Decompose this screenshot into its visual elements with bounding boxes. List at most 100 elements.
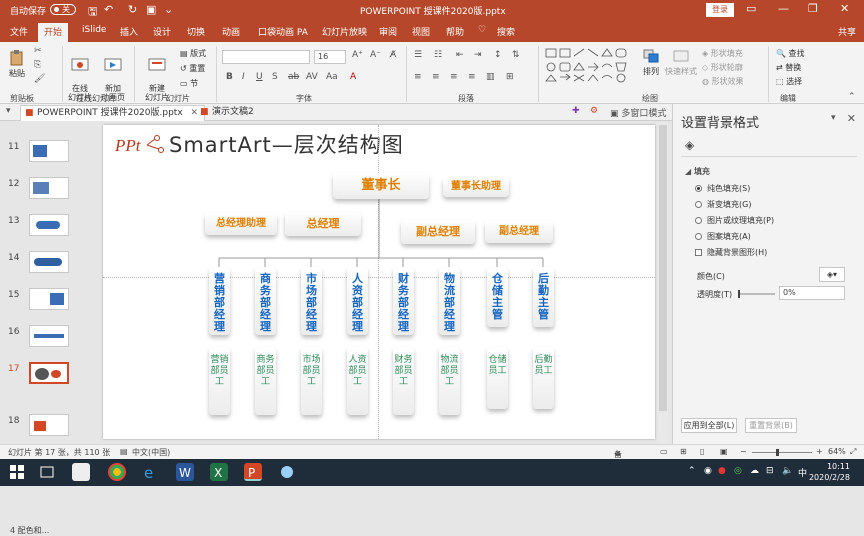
org-node-manager[interactable]: 仓储主管 (487, 267, 508, 327)
org-node-manager[interactable]: 后勤主管 (533, 267, 554, 327)
find-button[interactable]: 🔍 查找 (776, 48, 805, 59)
shapes-gallery[interactable] (544, 47, 636, 87)
volume-icon[interactable]: 🔈 (782, 466, 793, 476)
org-node-gm[interactable]: 总经理 (285, 212, 361, 236)
org-node-manager[interactable]: 人资部经理 (347, 267, 368, 335)
tray-up-icon[interactable]: ⌃ (688, 466, 696, 476)
login-button[interactable]: 登录 (706, 3, 734, 17)
reset-background-button[interactable]: 重置背景(B) (745, 418, 797, 433)
shape-fill-button[interactable]: ◈ 形状填充 (702, 48, 743, 59)
tab-search[interactable]: 搜索 (497, 25, 515, 38)
solid-fill-radio[interactable] (695, 185, 702, 192)
shape-effects-button[interactable]: ◍ 形状效果 (702, 76, 744, 87)
tab-insert[interactable]: 插入 (120, 25, 138, 38)
strikethrough-icon[interactable]: ab (288, 72, 299, 82)
fit-slide-icon[interactable]: ⤢ (850, 447, 856, 457)
underline-icon[interactable]: U (256, 72, 263, 82)
tab-view[interactable]: 视图 (412, 25, 430, 38)
grow-font-icon[interactable]: A⁺ (352, 50, 363, 60)
tab-animations[interactable]: 动画 (222, 25, 240, 38)
slide[interactable]: PPt SmartArt—层次结构图 董事长 董事长助理 总经理助理 总经理 副… (103, 125, 655, 439)
record-icon[interactable]: ● (718, 466, 726, 476)
thumbnail-13[interactable]: 13 (0, 214, 90, 248)
org-node-chairman[interactable]: 董事长 (333, 173, 429, 199)
transparency-slider[interactable] (738, 290, 775, 298)
add-in-icon[interactable]: ✚ (572, 106, 580, 116)
increase-indent-icon[interactable]: ⇥ (474, 50, 482, 60)
slideshow-view-icon[interactable]: ▣ (720, 447, 728, 456)
shrink-font-icon[interactable]: A⁻ (370, 50, 381, 60)
org-node-manager[interactable]: 市场部经理 (301, 267, 322, 335)
sorter-view-icon[interactable]: ⊞ (680, 447, 687, 456)
org-node-staff[interactable]: 物流部员工 (439, 347, 460, 415)
color-picker-button[interactable]: ◈▾ (819, 267, 845, 282)
undo-icon[interactable]: ↶ (104, 3, 113, 16)
tray-app-icon[interactable]: ◉ (704, 466, 712, 476)
org-node-manager[interactable]: 财务部经理 (393, 267, 414, 335)
minimize-icon[interactable]: — (778, 2, 789, 15)
line-spacing-icon[interactable]: ↕ (494, 50, 502, 60)
org-node-staff[interactable]: 仓储员工 (487, 347, 508, 409)
font-size-input[interactable]: 16 (314, 50, 346, 64)
font-color-icon[interactable]: A (350, 72, 356, 82)
thumbnail-18[interactable]: 18 (0, 414, 90, 448)
org-node-staff[interactable]: 市场部员工 (301, 347, 322, 415)
task-view-icon[interactable] (38, 463, 56, 481)
format-painter-icon[interactable]: 🖌 (34, 74, 45, 84)
edge-icon[interactable]: e (142, 463, 160, 482)
ime-indicator[interactable]: 中 (798, 466, 807, 479)
org-node-gm-assistant[interactable]: 总经理助理 (205, 213, 277, 235)
doc-tab-second[interactable]: ■ 演示文稿2 (196, 105, 260, 121)
pattern-fill-radio[interactable] (695, 233, 702, 240)
tab-help[interactable]: 帮助 (446, 25, 464, 38)
org-node-staff[interactable]: 营销部员工 (209, 347, 230, 415)
network-icon[interactable]: ⊟ (766, 466, 774, 476)
gradient-fill-radio[interactable] (695, 201, 702, 208)
org-node-deputy-gm-1[interactable]: 副总经理 (401, 220, 475, 244)
redo-icon[interactable]: ↻ (128, 3, 137, 16)
share-button[interactable]: 共享 (838, 25, 856, 38)
zoom-level[interactable]: 64% (828, 447, 846, 456)
picture-fill-radio[interactable] (695, 217, 702, 224)
org-node-staff[interactable]: 人资部员工 (347, 347, 368, 415)
decrease-indent-icon[interactable]: ⇤ (456, 50, 464, 60)
panel-options-icon[interactable]: ▾ (831, 113, 836, 123)
org-node-manager[interactable]: 营销部经理 (209, 267, 230, 335)
customize-qat-icon[interactable]: ⌄ (164, 3, 173, 16)
replace-button[interactable]: ⇄ 替换 (776, 62, 801, 73)
thumbnail-15[interactable]: 15 (0, 288, 90, 322)
multi-window-button[interactable]: ▣ 多窗口模式 (610, 106, 666, 119)
select-button[interactable]: ⬚ 选择 (776, 76, 802, 87)
org-node-staff[interactable]: 财务部员工 (393, 347, 414, 415)
section-button[interactable]: ▭ 节 (180, 78, 198, 89)
apply-to-all-button[interactable]: 应用到全部(L) (681, 418, 737, 433)
thumbnail-12[interactable]: 12 (0, 177, 90, 211)
columns-icon[interactable]: ▥ (486, 72, 495, 82)
org-node-manager[interactable]: 商务部经理 (255, 267, 276, 335)
thumbnail-17[interactable]: 17 (0, 362, 90, 396)
tab-review[interactable]: 审阅 (379, 25, 397, 38)
thumbnail-16[interactable]: 16 (0, 325, 90, 359)
justify-icon[interactable]: ≡ (468, 72, 476, 82)
panel-close-icon[interactable]: ✕ (847, 112, 856, 125)
fill-bucket-icon[interactable]: ◈ (685, 138, 694, 152)
normal-view-icon[interactable]: ▭ (660, 447, 668, 456)
tab-pocket-animation[interactable]: 口袋动画 PA (258, 25, 308, 38)
cloud-app-icon[interactable] (278, 463, 296, 481)
quick-styles-button[interactable]: 快速样式 (664, 48, 698, 77)
tab-home[interactable]: 开始 (38, 23, 69, 42)
slide-scrollbar[interactable] (658, 122, 668, 444)
reset-button[interactable]: ↺ 重置 (180, 63, 205, 74)
layout-button[interactable]: ▤ 版式 (180, 48, 206, 59)
shadow-icon[interactable]: S (272, 72, 278, 82)
org-node-chairman-assistant[interactable]: 董事长助理 (443, 177, 509, 197)
tab-transitions[interactable]: 切换 (187, 25, 205, 38)
copy-icon[interactable]: ⎘ (34, 60, 41, 70)
spacing-icon[interactable]: AV (306, 72, 318, 82)
numbering-icon[interactable]: ☷ (434, 50, 442, 60)
org-node-staff[interactable]: 商务部员工 (255, 347, 276, 415)
tab-file[interactable]: 文件 (10, 25, 28, 38)
doc-tab-main[interactable]: ■ POWERPOINT 授课件2020版.pptx ✕ (20, 105, 206, 121)
zoom-slider[interactable] (752, 449, 812, 456)
org-node-staff[interactable]: 后勤员工 (533, 347, 554, 409)
